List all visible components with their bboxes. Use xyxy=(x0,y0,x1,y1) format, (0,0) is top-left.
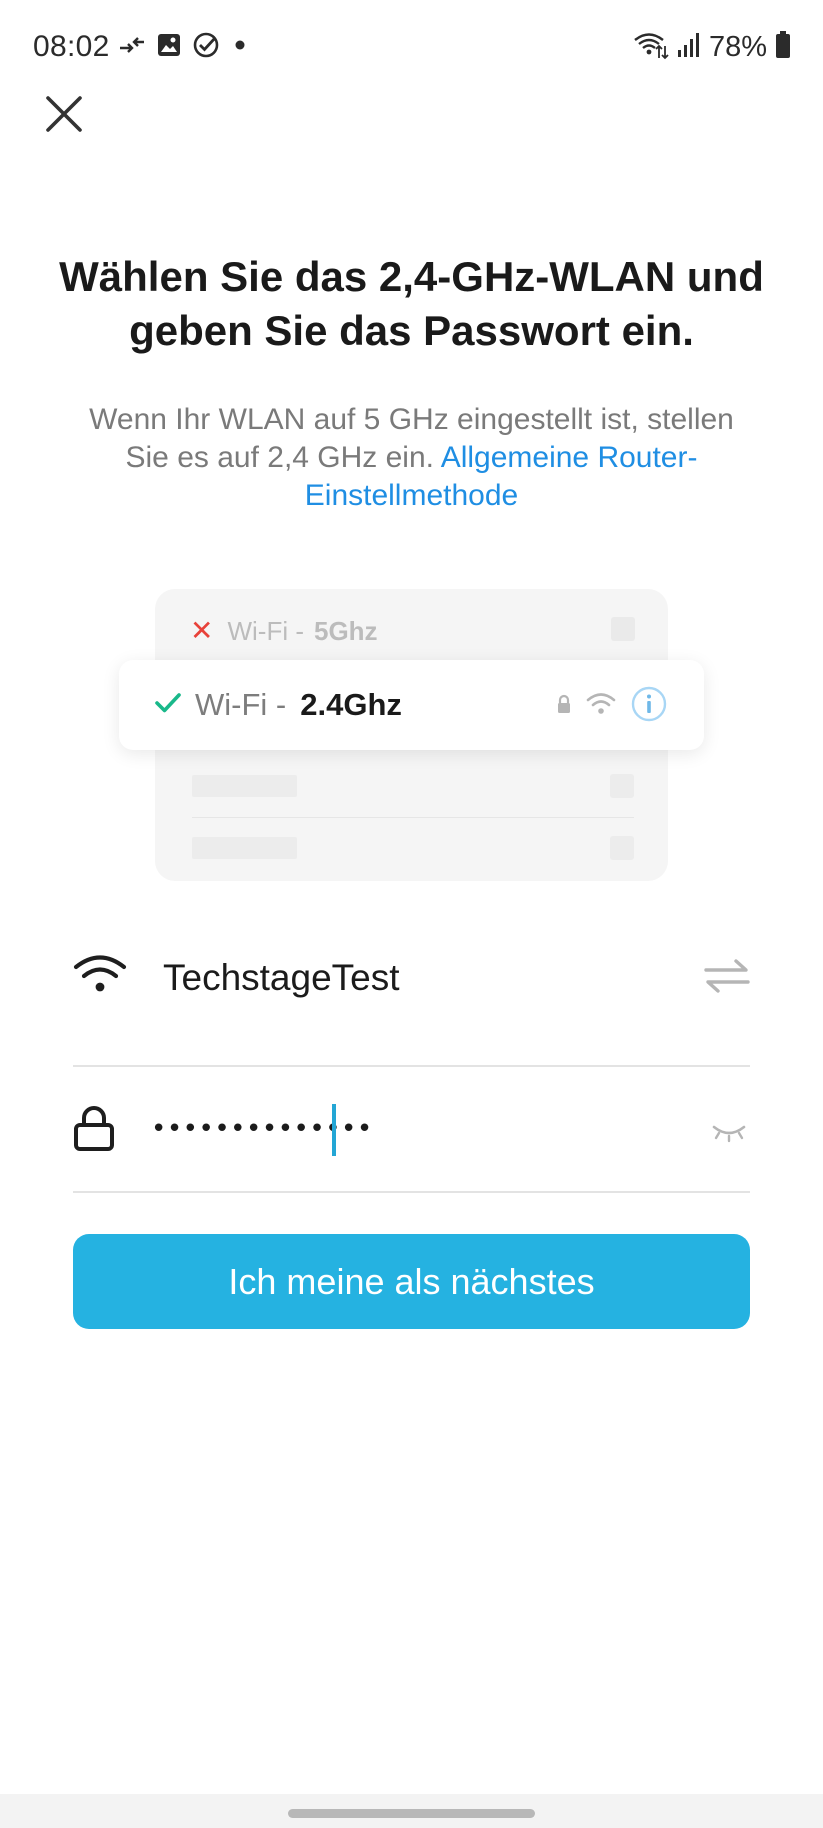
notification-dot-icon xyxy=(230,35,250,60)
close-button[interactable] xyxy=(40,92,88,140)
switch-network-button[interactable] xyxy=(704,956,750,996)
signal-icon xyxy=(677,32,701,63)
wifi-signal-icon xyxy=(586,692,616,721)
lock-icon xyxy=(73,1104,115,1157)
wifi-row-5ghz: ✕ Wi-Fi - 5Ghz xyxy=(190,610,635,652)
wifi-5ghz-prefix: Wi-Fi - xyxy=(227,615,304,646)
swap-arrows-icon xyxy=(704,959,750,993)
status-bar: 08:02 78% xyxy=(0,0,823,96)
password-input[interactable] xyxy=(151,1101,651,1157)
placeholder-square xyxy=(611,617,635,641)
placeholder-square xyxy=(610,774,634,798)
wifi-24ghz-band: 2.4Ghz xyxy=(300,687,402,722)
page-subtitle: Wenn Ihr WLAN auf 5 GHz eingestellt ist,… xyxy=(80,401,743,515)
wifi-6-icon xyxy=(633,30,669,65)
page-title: Wählen Sie das 2,4-GHz-WLAN und geben Si… xyxy=(59,253,764,354)
eye-closed-icon xyxy=(712,1125,746,1143)
next-button[interactable]: Ich meine als nächstes xyxy=(73,1234,750,1329)
wifi-5ghz-band: 5Ghz xyxy=(313,615,378,646)
wifi-icon xyxy=(73,952,127,1001)
placeholder-bar xyxy=(192,837,297,859)
battery-percentage: 78% xyxy=(708,30,767,63)
ssid-field[interactable]: TechstageTest xyxy=(73,940,750,1020)
gallery-icon xyxy=(156,32,182,63)
cross-icon: ✕ xyxy=(190,615,214,646)
check-icon xyxy=(155,692,181,719)
wifi-row-icons xyxy=(556,685,668,728)
illustration-divider xyxy=(192,817,634,818)
status-right-icons: 78% xyxy=(633,30,791,64)
placeholder-square xyxy=(610,836,634,860)
wifi-24ghz-prefix: Wi-Fi - xyxy=(195,687,287,722)
close-icon xyxy=(45,95,83,138)
battery-icon xyxy=(775,30,791,64)
text-caret xyxy=(332,1104,336,1156)
data-transfer-icon xyxy=(118,32,146,63)
toggle-password-visibility-button[interactable] xyxy=(708,1117,750,1147)
lock-icon xyxy=(556,694,572,719)
wifi-row-24ghz: Wi-Fi - 2.4Ghz xyxy=(119,660,704,750)
password-divider xyxy=(73,1191,750,1193)
ssid-value: TechstageTest xyxy=(163,957,400,998)
status-left-icons xyxy=(118,30,250,64)
navigation-bar xyxy=(0,1794,823,1828)
password-row xyxy=(73,1095,750,1165)
ssid-divider xyxy=(73,1065,750,1067)
home-indicator[interactable] xyxy=(288,1809,535,1818)
status-time: 08:02 xyxy=(33,30,110,63)
info-icon xyxy=(630,685,668,728)
check-circle-icon xyxy=(192,31,220,64)
placeholder-bar xyxy=(192,775,297,797)
